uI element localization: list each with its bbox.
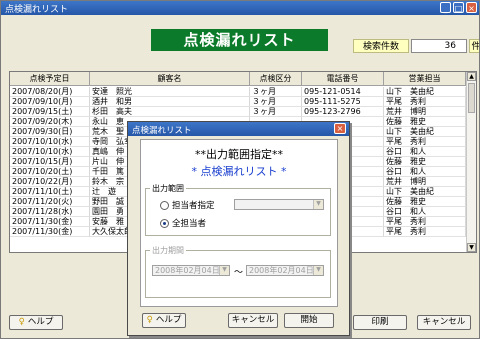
- dialog-subheader: * 点検漏れリスト *: [191, 165, 287, 178]
- table-cell: 平尾 秀利: [384, 137, 466, 147]
- table-cell: 2007/11/30(金): [10, 227, 90, 237]
- table-cell: 095-111-5275: [302, 97, 384, 107]
- table-cell: 2007/10/20(土): [10, 167, 90, 177]
- dialog-close-icon[interactable]: ×: [334, 123, 346, 134]
- minimize-icon[interactable]: _: [440, 2, 451, 13]
- range-group: 出力範囲 担当者指定 ▼ 全担当者: [145, 183, 331, 236]
- table-cell: 2007/09/10(月): [10, 97, 90, 107]
- scroll-thumb[interactable]: [468, 83, 475, 113]
- table-cell: 2007/10/22(月): [10, 177, 90, 187]
- table-cell: 2007/08/20(月): [10, 87, 90, 97]
- dialog-help-button[interactable]: ♀ ヘルプ: [142, 313, 186, 328]
- table-cell: 酒井 和男: [90, 97, 250, 107]
- date-to-select[interactable]: 2008年02月04日 ▼: [246, 265, 324, 276]
- col-date[interactable]: 点検予定日: [10, 72, 90, 86]
- tilde: 〜: [234, 268, 244, 278]
- table-cell: 山下 美由紀: [384, 187, 466, 197]
- chevron-down-icon[interactable]: ▼: [313, 266, 323, 275]
- date-from-select[interactable]: 2008年02月04日 ▼: [152, 265, 230, 276]
- col-category[interactable]: 点検区分: [250, 72, 302, 86]
- main-window: 点検漏れリスト _ □ × 点検漏れリスト 検索件数 36 件 点検予定日 顧客…: [0, 0, 480, 339]
- cancel-button[interactable]: キャンセル: [417, 315, 471, 330]
- table-header: 点検予定日 顧客名 点検区分 電話番号 営業担当: [10, 72, 466, 86]
- period-group: 出力期間 2008年02月04日 ▼ 〜 2008年02月04日 ▼: [145, 245, 331, 298]
- table-cell: ３ヶ月: [250, 87, 302, 97]
- table-cell: 2007/09/15(土): [10, 107, 90, 117]
- radio-staff-icon[interactable]: [160, 201, 169, 210]
- table-cell: 平尾 秀利: [384, 97, 466, 107]
- col-customer[interactable]: 顧客名: [90, 72, 250, 86]
- table-cell: 杉田 高夫: [90, 107, 250, 117]
- col-sales-rep[interactable]: 営業担当: [384, 72, 466, 86]
- table-cell: 谷口 和人: [384, 167, 466, 177]
- dialog-title: 点検漏れリスト: [132, 126, 192, 136]
- radio-staff[interactable]: 担当者指定: [160, 199, 215, 211]
- title-bar: 点検漏れリスト _ □ ×: [1, 1, 479, 15]
- dialog-cancel-button[interactable]: キャンセル: [228, 313, 278, 328]
- table-cell: 山下 美由紀: [384, 87, 466, 97]
- count-label: 検索件数: [353, 39, 409, 53]
- dialog-start-button[interactable]: 開始: [284, 313, 334, 328]
- table-cell: ３ヶ月: [250, 107, 302, 117]
- scroll-down-icon[interactable]: ▼: [467, 243, 476, 252]
- table-cell: 佐藤 雅史: [384, 117, 466, 127]
- table-cell: 谷口 和人: [384, 147, 466, 157]
- close-icon[interactable]: ×: [466, 2, 477, 13]
- help-button[interactable]: ♀ ヘルプ: [9, 315, 63, 330]
- table-cell: 2007/11/10(土): [10, 187, 90, 197]
- col-phone[interactable]: 電話番号: [302, 72, 384, 86]
- page-title: 点検漏れリスト: [151, 29, 328, 51]
- table-cell: 2007/11/30(金): [10, 217, 90, 227]
- table-cell: 2007/09/20(木): [10, 117, 90, 127]
- table-cell: 2007/10/10(水): [10, 137, 90, 147]
- table-cell: 谷口 和人: [384, 207, 466, 217]
- table-row[interactable]: 2007/09/10(月) 酒井 和男 ３ヶ月 095-111-5275 平尾 秀利: [10, 97, 466, 107]
- table-row[interactable]: 2007/08/20(月) 安達 照光 ３ヶ月 095-121-0514 山下 美由紀: [10, 87, 466, 97]
- table-cell: 2007/10/15(月): [10, 157, 90, 167]
- table-cell: 2007/11/20(火): [10, 197, 90, 207]
- table-cell: 山下 美由紀: [384, 127, 466, 137]
- staff-select[interactable]: ▼: [234, 199, 324, 210]
- print-button[interactable]: 印刷: [353, 315, 407, 330]
- count-value: 36: [411, 39, 467, 53]
- table-cell: 荒井 博明: [384, 107, 466, 117]
- radio-all-staff[interactable]: 全担当者: [160, 217, 206, 229]
- table-cell: 2007/09/30(日): [10, 127, 90, 137]
- table-cell: 平尾 秀利: [384, 227, 466, 237]
- table-cell: 安達 照光: [90, 87, 250, 97]
- table-cell: ３ヶ月: [250, 97, 302, 107]
- dialog-header: **出力範囲指定**: [195, 148, 283, 161]
- table-cell: 平尾 秀利: [384, 217, 466, 227]
- table-row[interactable]: 2007/09/15(土) 杉田 高夫 ３ヶ月 095-123-2796 荒井 博明: [10, 107, 466, 117]
- window-title: 点検漏れリスト: [5, 5, 69, 15]
- maximize-icon[interactable]: □: [453, 2, 464, 13]
- dialog-body: **出力範囲指定** * 点検漏れリスト * 出力範囲 担当者指定 ▼ 全担当者…: [140, 139, 338, 307]
- scroll-up-icon[interactable]: ▲: [467, 72, 476, 81]
- output-range-dialog: 点検漏れリスト × **出力範囲指定** * 点検漏れリスト * 出力範囲 担当…: [127, 121, 350, 336]
- chevron-down-icon[interactable]: ▼: [313, 200, 323, 209]
- table-cell: 佐藤 雅史: [384, 157, 466, 167]
- table-cell: 荒井 博明: [384, 177, 466, 187]
- key-icon: ♀: [18, 317, 25, 327]
- count-unit: 件: [469, 39, 479, 53]
- key-icon: ♀: [146, 315, 153, 325]
- chevron-down-icon[interactable]: ▼: [219, 266, 229, 275]
- table-cell: 095-123-2796: [302, 107, 384, 117]
- table-cell: 095-121-0514: [302, 87, 384, 97]
- table-cell: 2007/11/28(水): [10, 207, 90, 217]
- table-scrollbar[interactable]: ▲ ▼: [466, 72, 476, 252]
- period-legend: 出力期間: [150, 245, 186, 256]
- table-cell: 2007/10/10(水): [10, 147, 90, 157]
- table-cell: 佐藤 雅史: [384, 197, 466, 207]
- dialog-title-bar: 点検漏れリスト ×: [128, 122, 349, 136]
- range-legend: 出力範囲: [150, 183, 186, 194]
- radio-all-icon[interactable]: [160, 219, 169, 228]
